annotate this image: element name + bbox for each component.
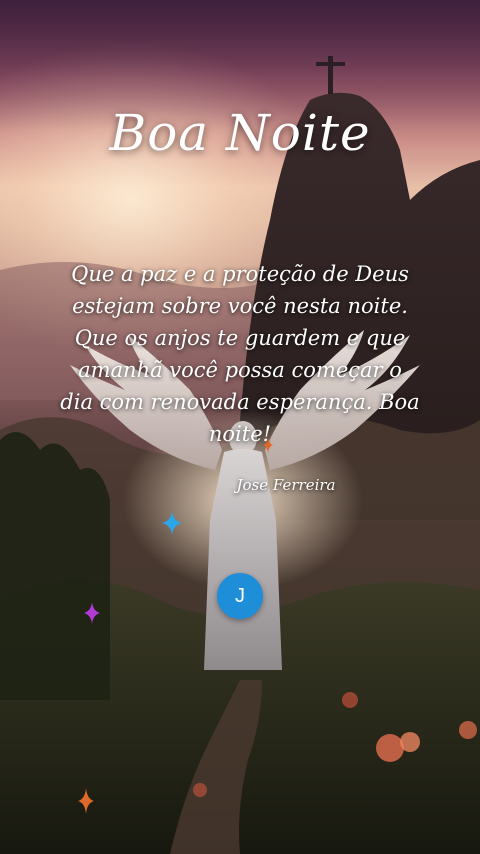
orange-sparkle-icon [78,788,94,814]
greeting-title: Boa Noite [109,104,371,162]
blue-sparkle-icon [162,511,182,535]
greeting-message: Que a paz e a proteção de Deus estejam s… [60,262,420,446]
avatar[interactable]: J [217,573,263,619]
flower [376,734,404,762]
greeting-card: Boa Noite Que a paz e a proteção de Deus… [0,0,480,854]
flower [193,783,207,797]
left-trees [0,432,110,700]
statue-arms [316,62,345,66]
author-signature: Jose Ferreira [236,476,336,494]
purple-sparkle-icon [84,602,100,624]
flower [400,732,420,752]
flower [342,692,358,708]
flower [459,721,477,739]
statue-body [328,56,333,94]
